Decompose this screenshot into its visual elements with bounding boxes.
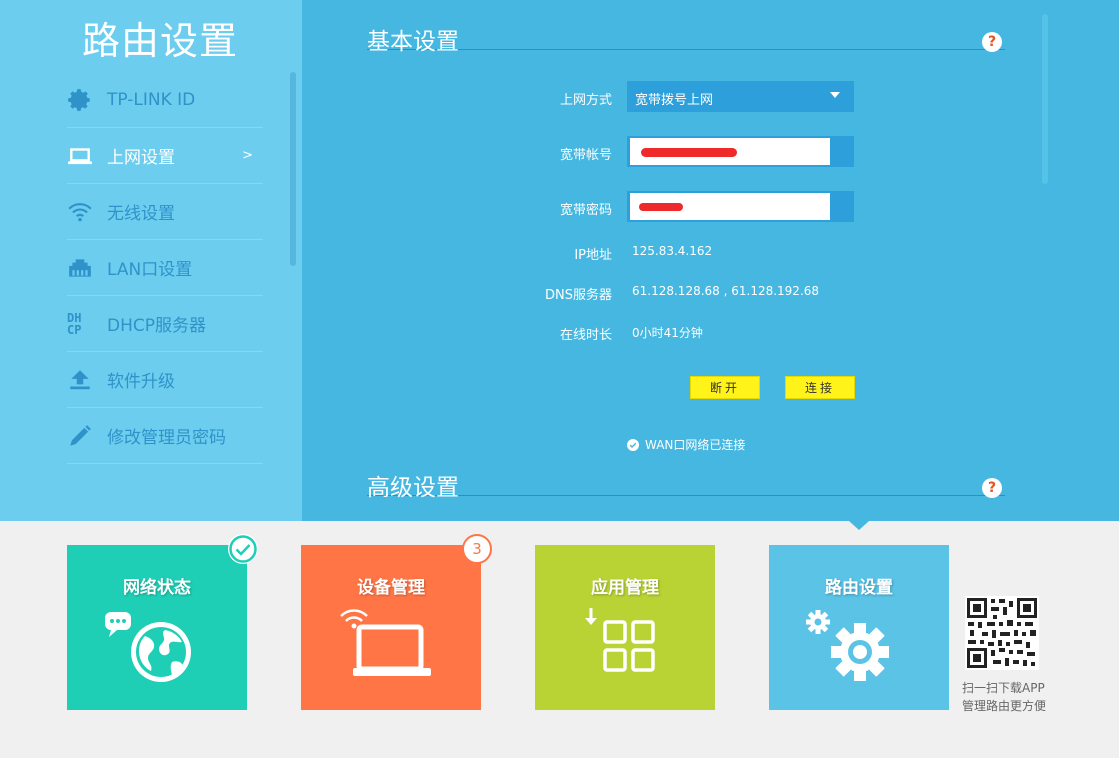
check-circle-icon [627,438,639,451]
sidebar-title: 路由设置 [82,19,239,63]
sidebar-item-wireless[interactable]: 无线设置 [67,184,263,240]
pencil-icon [67,423,93,449]
lan-port-icon [67,255,93,281]
wan-type-select[interactable]: 宽带拨号上网 [627,81,854,112]
qr-caption-line2: 管理路由更方便 [962,699,1047,713]
tile-label: 应用管理 [591,578,659,598]
sidebar-item-dhcp[interactable]: DH CP DHCP服务器 [67,296,263,352]
qr-caption: 扫一扫下载APP 管理路由更方便 [962,679,1046,715]
upload-icon [67,367,93,393]
section-title: 高级设置 [367,475,459,501]
chevron-right-icon: > [242,148,253,163]
uptime-label: 在线时长 [559,328,612,343]
sidebar-item-tplink-id[interactable]: TP-LINK ID [67,72,263,128]
tile-app-management[interactable]: 应用管理 [535,545,715,710]
ip-label: IP地址 [574,248,612,263]
tile-device-management[interactable]: 设备管理 3 [301,534,492,710]
wan-status: WAN口网络已连接 [627,436,745,453]
sidebar-item-upgrade[interactable]: 软件升级 [67,352,263,408]
wan-type-label: 上网方式 [559,93,612,108]
tile-network-status[interactable]: 网络状态 [67,534,258,710]
main-panel: 基本设置 ? 上网方式 宽带拨号上网 宽带帐号 宽带密码 IP地址 125.83… [302,0,1119,521]
globe-chat-icon [105,612,191,682]
password-label: 宽带密码 [559,203,612,218]
qr-caption-line1: 扫一扫下载APP [962,681,1045,695]
tile-router-settings[interactable]: 路由设置 [769,545,949,710]
sidebar-item-label: 修改管理员密码 [107,428,226,448]
gear-icon [67,87,93,113]
sidebar-item-lan[interactable]: LAN口设置 [67,240,263,296]
tile-label: 网络状态 [123,578,191,598]
device-count: 3 [472,540,482,558]
device-count-badge: 3 [462,534,492,564]
account-label: 宽带帐号 [559,148,612,163]
check-badge-icon [228,534,258,564]
dhcp-icon: DH CP [67,311,93,337]
password-field-wrap [627,191,854,222]
dns-label: DNS服务器 [545,288,612,303]
sidebar-item-label: 无线设置 [107,204,175,224]
help-icon[interactable]: ? [982,478,1002,498]
main-scrollbar[interactable] [1042,14,1048,184]
help-icon[interactable]: ? [982,32,1002,52]
qr-code-icon [965,596,1039,670]
sidebar-nav: TP-LINK ID 上网设置 > 无线设置 LAN口设置 DH CP DHCP… [67,72,263,464]
disconnect-button[interactable]: 断开 [690,376,760,399]
tile-label: 设备管理 [357,578,425,598]
sidebar: 路由设置 TP-LINK ID 上网设置 > 无线设置 LAN口设置 DH CP… [0,0,302,521]
caret-down-icon [830,92,840,98]
wan-type-value: 宽带拨号上网 [635,93,714,108]
laptop-wifi-icon [340,609,431,676]
dhcp-icon-text: DH CP [67,310,82,337]
sidebar-item-label: LAN口设置 [107,260,193,280]
uptime-value: 0小时41分钟 [632,326,703,340]
redaction-mark [639,203,683,211]
account-field-wrap [627,136,854,167]
tile-label: 路由设置 [825,578,893,598]
sidebar-item-label: DHCP服务器 [107,316,206,336]
connect-button[interactable]: 连接 [785,376,855,399]
active-tile-pointer [849,521,869,530]
wifi-icon [67,199,93,225]
sidebar-item-label: 上网设置 [107,148,175,168]
redaction-mark [641,148,737,157]
section-title: 基本设置 [367,29,459,55]
basic-settings-header: 基本设置 ? [367,12,1005,55]
dns-value: 61.128.128.68 , 61.128.192.68 [632,284,820,298]
sidebar-scrollbar[interactable] [290,72,296,266]
sidebar-item-label: 软件升级 [107,372,175,392]
wan-status-text: WAN口网络已连接 [645,438,746,452]
laptop-icon [67,143,93,169]
ip-value: 125.83.4.162 [632,244,713,258]
sidebar-item-internet[interactable]: 上网设置 > [67,128,263,184]
apps-grid-icon [585,608,655,672]
advanced-settings-header[interactable]: 高级设置 ? [367,458,1005,501]
sidebar-item-label: TP-LINK ID [107,89,196,110]
sidebar-item-password[interactable]: 修改管理员密码 [67,408,263,464]
gears-icon [806,610,889,681]
